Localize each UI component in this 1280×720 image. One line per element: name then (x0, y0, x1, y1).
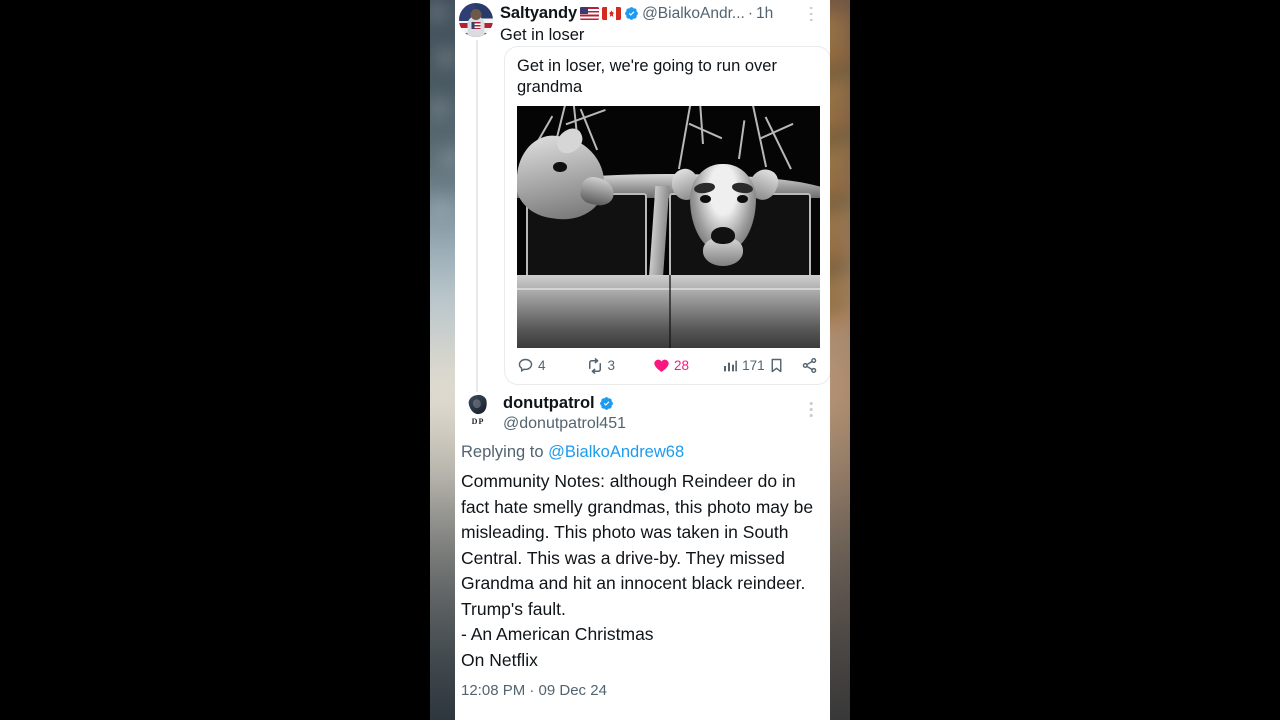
reply-timestamp: 12:08 PM · 09 Dec 24 (461, 682, 607, 700)
parent-tweet-text: Get in loser (500, 26, 585, 44)
reply-display-name[interactable]: donutpatrol (503, 394, 595, 413)
retweet-action[interactable]: 3 (586, 357, 616, 375)
more-options-icon[interactable] (800, 3, 822, 25)
analytics-bars-icon (722, 358, 738, 374)
replying-to-line: Replying to @BialkoAndrew68 (461, 443, 822, 462)
avatar-flag-patch-icon (471, 22, 481, 30)
engagement-bar: 4 3 28 171 (505, 348, 830, 384)
views-action[interactable]: 171 (722, 358, 765, 374)
like-action[interactable]: 28 (653, 357, 689, 374)
view-count: 171 (742, 358, 765, 374)
parent-display-name[interactable]: Saltyandy (500, 4, 577, 22)
like-count: 28 (674, 358, 690, 374)
avatar-person-icon (470, 8, 482, 20)
separator-dot: · (747, 4, 753, 22)
donut-patrol-badge-icon (467, 393, 489, 416)
verified-badge-icon (599, 396, 614, 411)
retweet-icon (586, 357, 604, 375)
flag-canada-icon (602, 7, 622, 20)
quoted-tweet-card[interactable]: Get in loser, we're going to run over gr… (504, 46, 830, 385)
avatar[interactable]: DP (461, 393, 495, 428)
verified-badge-icon (624, 6, 639, 21)
bookmark-icon (768, 357, 785, 374)
heart-icon (653, 357, 670, 374)
reply-header: DP donutpatrol @donutpatrol451 (461, 393, 822, 434)
quoted-tweet-text: Get in loser, we're going to run over gr… (517, 57, 777, 97)
share-icon (801, 357, 818, 374)
reply-tweet-text: Community Notes: although Reindeer do in… (461, 471, 814, 670)
retweet-count: 3 (607, 358, 616, 374)
more-options-icon[interactable] (800, 398, 822, 420)
avatar[interactable] (459, 3, 493, 37)
reply-tweet: DP donutpatrol @donutpatrol451 Replying … (455, 393, 830, 700)
parent-tweet-header: Saltyandy @BialkoAndr... · 1h Get in los… (455, 0, 830, 46)
tweet-card: Saltyandy @BialkoAndr... · 1h Get in los… (455, 0, 830, 720)
share-action[interactable] (801, 357, 818, 374)
avatar-initials: DP (471, 417, 485, 426)
parent-handle[interactable]: @BialkoAndr... (642, 5, 745, 22)
video-frame-stage: ★ ★ ★ ★ ★ ★ ★ ★ ★ Saltyandy (0, 0, 1280, 720)
replying-to-handle-link[interactable]: @BialkoAndrew68 (548, 443, 684, 461)
thread-connector-line (476, 40, 478, 392)
relative-timestamp: 1h (756, 4, 774, 22)
reply-count: 4 (538, 358, 546, 374)
flag-us-icon (580, 7, 600, 20)
bookmark-action[interactable] (768, 357, 785, 374)
reply-handle[interactable]: @donutpatrol451 (503, 414, 800, 434)
quoted-tweet-photo[interactable] (517, 105, 820, 348)
reply-icon (517, 357, 534, 374)
reply-action[interactable]: 4 (517, 357, 546, 374)
replying-to-prefix: Replying to (461, 443, 549, 461)
